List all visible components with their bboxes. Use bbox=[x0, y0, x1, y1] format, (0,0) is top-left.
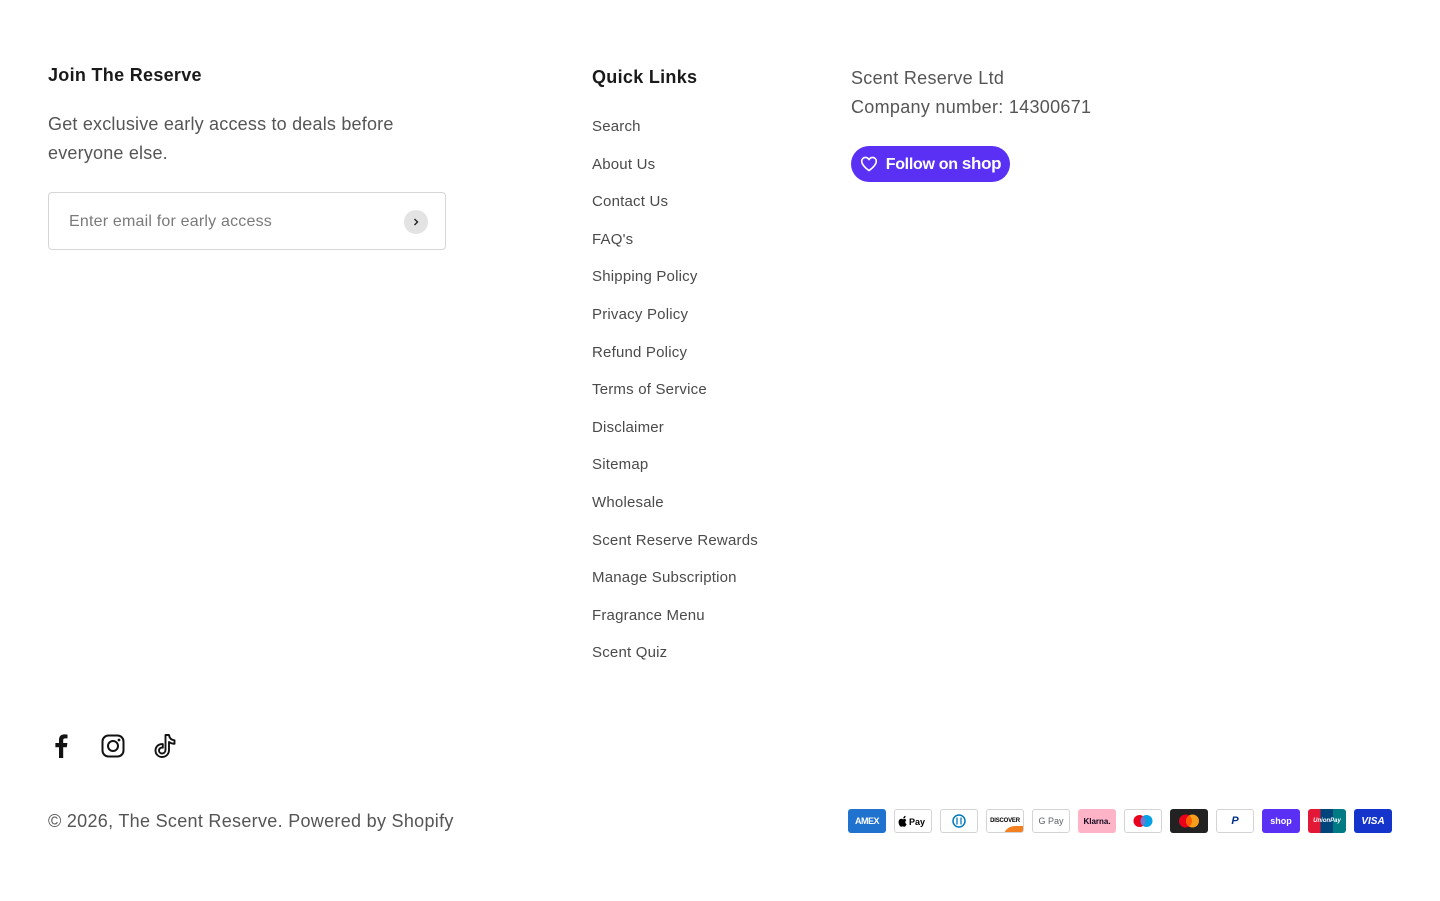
svg-text:Pay: Pay bbox=[909, 817, 925, 827]
link-disclaimer[interactable]: Disclaimer bbox=[592, 419, 664, 436]
link-manage-subscription[interactable]: Manage Subscription bbox=[592, 569, 737, 586]
mastercard-icon bbox=[1170, 809, 1208, 833]
follow-label: Follow on shop bbox=[886, 154, 1002, 174]
klarna-label: Klarna. bbox=[1083, 816, 1111, 826]
visa-icon: VISA bbox=[1354, 809, 1392, 833]
diners-club-mark bbox=[952, 814, 966, 828]
shop-pay-icon: shop bbox=[1262, 809, 1300, 833]
instagram-icon bbox=[101, 734, 125, 758]
quick-links-list: Search About Us Contact Us FAQ's Shippin… bbox=[592, 117, 832, 681]
email-submit-button[interactable] bbox=[404, 210, 428, 234]
discover-swoosh bbox=[1003, 826, 1023, 832]
link-fragrance-menu[interactable]: Fragrance Menu bbox=[592, 607, 705, 624]
facebook-link[interactable] bbox=[48, 732, 74, 760]
amex-icon: AMEX bbox=[848, 809, 886, 833]
unionpay-icon: UnionPay bbox=[1308, 809, 1346, 833]
list-item: Manage Subscription bbox=[592, 568, 832, 606]
link-faqs[interactable]: FAQ's bbox=[592, 231, 633, 248]
social-links bbox=[48, 732, 178, 760]
copyright-separator: . bbox=[277, 811, 289, 831]
follow-prefix: Follow on bbox=[885, 156, 958, 173]
diners-club-icon bbox=[940, 809, 978, 833]
mastercard-mark bbox=[1179, 814, 1199, 828]
list-item: Scent Reserve Rewards bbox=[592, 531, 832, 569]
list-item: Shipping Policy bbox=[592, 267, 832, 305]
chevron-right-icon bbox=[414, 218, 419, 226]
email-input[interactable] bbox=[69, 193, 389, 251]
paypal-icon: P bbox=[1216, 809, 1254, 833]
link-sitemap[interactable]: Sitemap bbox=[592, 456, 648, 473]
instagram-link[interactable] bbox=[100, 732, 126, 760]
newsletter-description: Get exclusive early access to deals befo… bbox=[48, 114, 394, 163]
company-number: Company number: 14300671 bbox=[851, 97, 1092, 117]
list-item: Wholesale bbox=[592, 493, 832, 531]
google-pay-icon: G Pay bbox=[1032, 809, 1070, 833]
powered-by-shopify-link[interactable]: Powered by Shopify bbox=[288, 811, 454, 831]
newsletter-section: Join The Reserve Get exclusive early acc… bbox=[48, 62, 468, 251]
list-item: Scent Quiz bbox=[592, 643, 832, 681]
list-item: FAQ's bbox=[592, 230, 832, 268]
paypal-label: P bbox=[1231, 815, 1239, 827]
email-form bbox=[48, 192, 446, 251]
list-item: Terms of Service bbox=[592, 380, 832, 418]
copyright-prefix: © 2026, bbox=[48, 811, 119, 831]
list-item: Privacy Policy bbox=[592, 305, 832, 343]
link-terms-of-service[interactable]: Terms of Service bbox=[592, 381, 707, 398]
list-item: Sitemap bbox=[592, 455, 832, 493]
maestro-mark bbox=[1133, 815, 1153, 827]
quick-links-heading: Quick Links bbox=[592, 67, 698, 87]
link-privacy-policy[interactable]: Privacy Policy bbox=[592, 306, 688, 323]
facebook-icon bbox=[55, 734, 68, 758]
link-about-us[interactable]: About Us bbox=[592, 156, 655, 173]
visa-label: VISA bbox=[1361, 815, 1385, 827]
copyright: © 2026, The Scent Reserve. Powered by Sh… bbox=[48, 808, 454, 834]
shop-pay-label: shop bbox=[1270, 816, 1292, 826]
newsletter-heading: Join The Reserve bbox=[48, 65, 202, 85]
link-wholesale[interactable]: Wholesale bbox=[592, 494, 664, 511]
discover-icon: DISCOVER bbox=[986, 809, 1024, 833]
klarna-icon: Klarna. bbox=[1078, 809, 1116, 833]
payment-methods: AMEX Pay DISCOVER G Pay Klarna. P shop U… bbox=[848, 809, 1392, 833]
apple-pay-icon: Pay bbox=[894, 809, 932, 833]
link-scent-quiz[interactable]: Scent Quiz bbox=[592, 644, 667, 661]
company-info-section: Scent Reserve Ltd Company number: 143006… bbox=[851, 64, 1171, 182]
link-contact-us[interactable]: Contact Us bbox=[592, 193, 668, 210]
tiktok-icon bbox=[154, 734, 176, 758]
list-item: Search bbox=[592, 117, 832, 155]
google-pay-label: G Pay bbox=[1038, 816, 1064, 826]
link-rewards[interactable]: Scent Reserve Rewards bbox=[592, 532, 758, 549]
amex-label: AMEX bbox=[854, 816, 880, 826]
follow-on-shop-button[interactable]: Follow on shop bbox=[851, 146, 1010, 182]
maestro-icon bbox=[1124, 809, 1162, 833]
link-search[interactable]: Search bbox=[592, 118, 641, 135]
list-item: Disclaimer bbox=[592, 418, 832, 456]
heart-icon bbox=[860, 156, 877, 172]
list-item: About Us bbox=[592, 155, 832, 193]
tiktok-link[interactable] bbox=[152, 732, 178, 760]
discover-label: DISCOVER bbox=[990, 818, 1020, 824]
list-item: Contact Us bbox=[592, 192, 832, 230]
store-name-link[interactable]: The Scent Reserve bbox=[118, 811, 277, 831]
list-item: Refund Policy bbox=[592, 343, 832, 381]
quick-links-section: Quick Links Search About Us Contact Us F… bbox=[592, 64, 832, 661]
link-shipping-policy[interactable]: Shipping Policy bbox=[592, 268, 698, 285]
list-item: Fragrance Menu bbox=[592, 606, 832, 644]
apple-pay-mark: Pay bbox=[898, 815, 925, 827]
follow-brand: shop bbox=[961, 154, 1002, 173]
unionpay-label: UnionPay bbox=[1313, 818, 1341, 824]
link-refund-policy[interactable]: Refund Policy bbox=[592, 344, 687, 361]
company-name: Scent Reserve Ltd bbox=[851, 68, 1005, 88]
